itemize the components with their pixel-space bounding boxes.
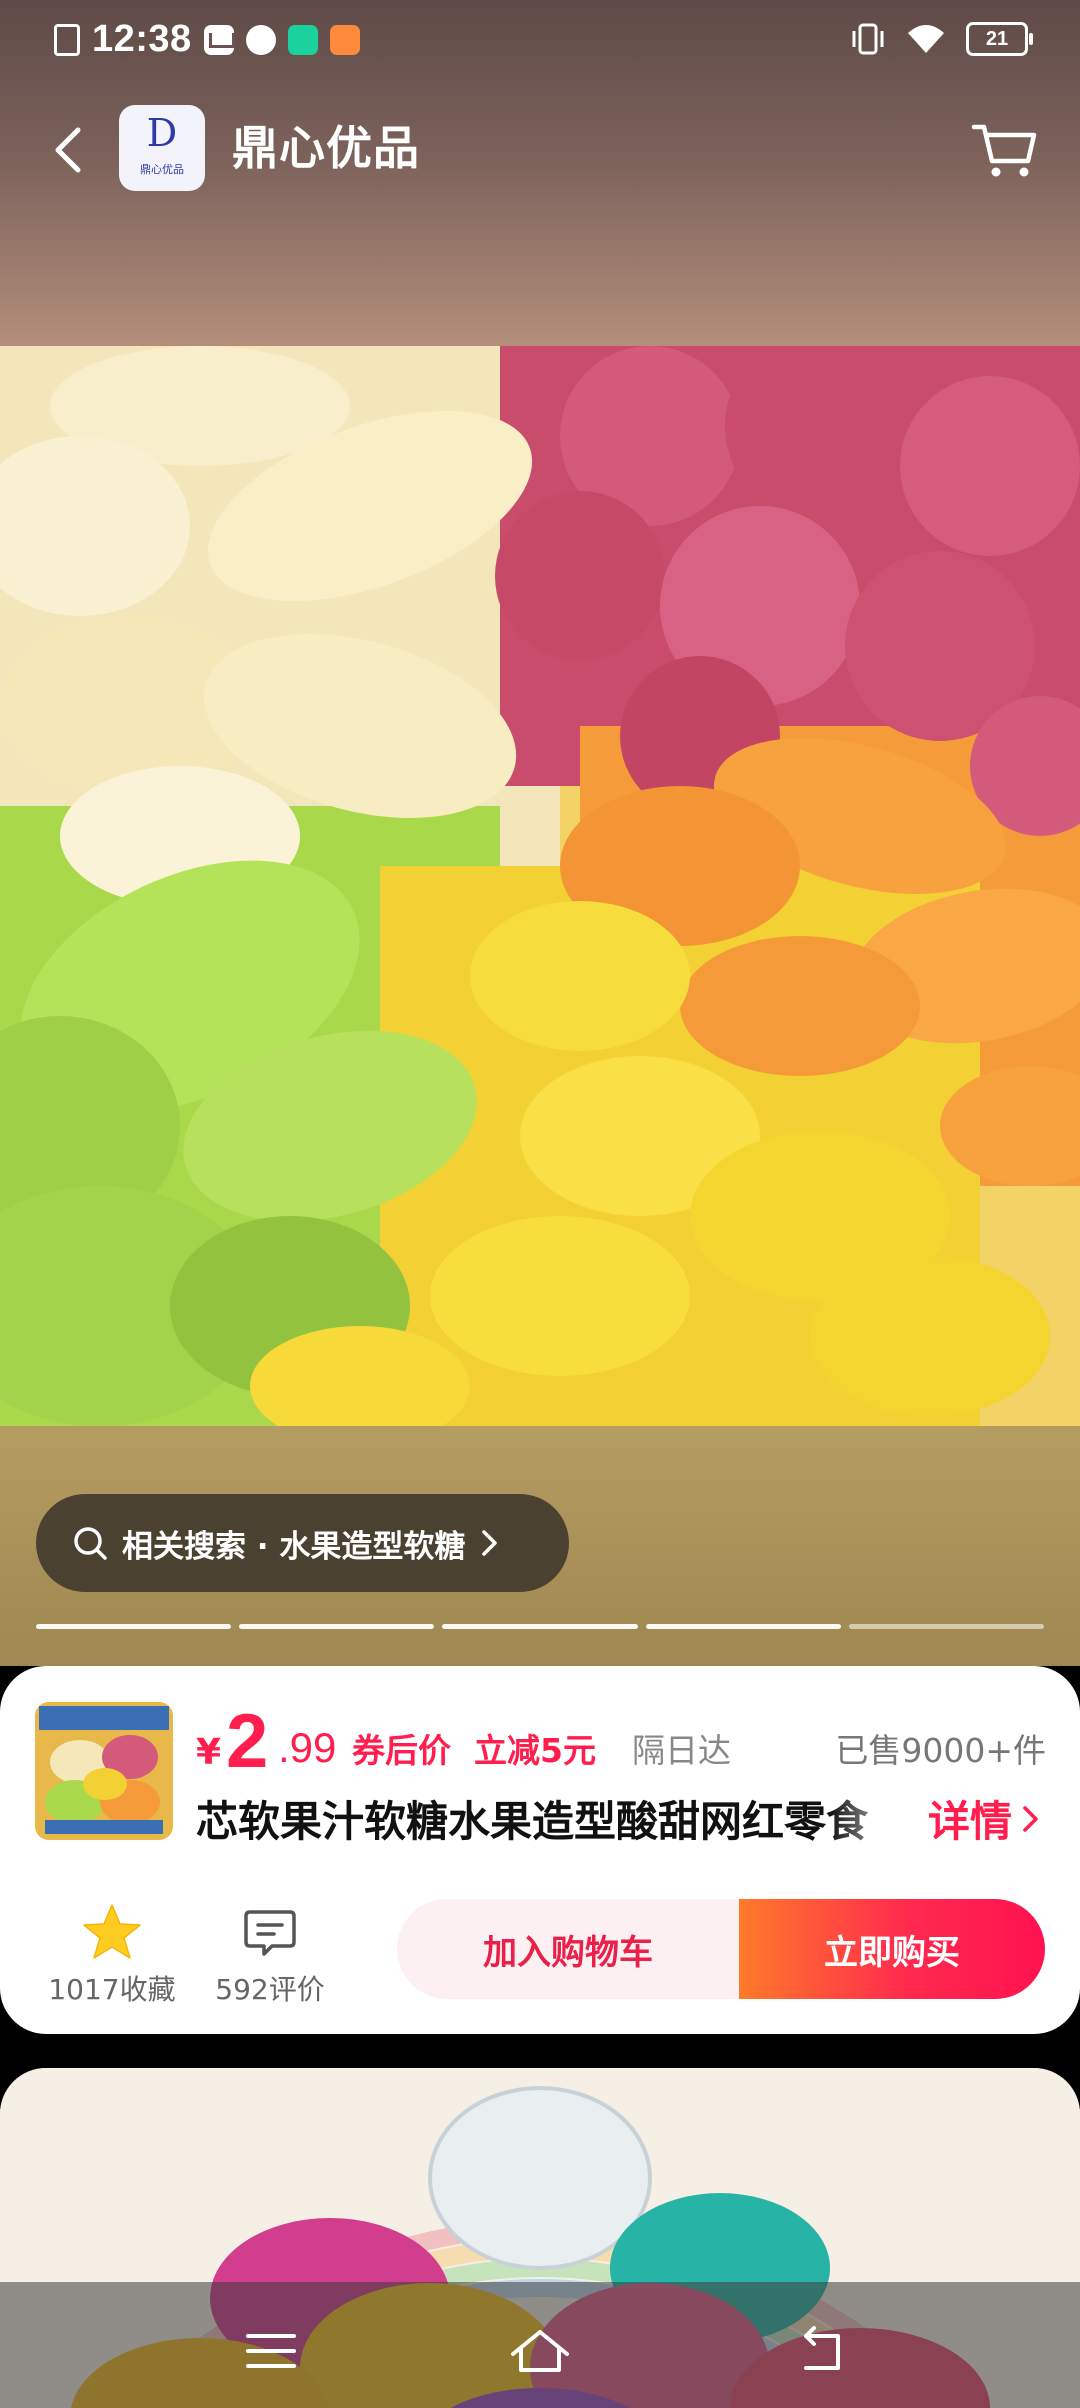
details-label: 详情 (927, 1797, 1012, 1846)
price-row: ¥ 2 .99 券后价 立减5元 隔日达 已售9000+件 (196, 1699, 1046, 1784)
details-link[interactable]: 详情 (928, 1788, 1042, 1849)
sim-card-icon (54, 23, 80, 56)
buy-now-button[interactable]: 立即购买 (739, 1899, 1045, 1999)
price-integer: 2 (226, 1699, 269, 1784)
logo-letter: D (146, 111, 178, 155)
status-bar: 12:38 21 (0, 0, 1080, 84)
comment-icon (244, 1910, 296, 1956)
product-image[interactable] (0, 346, 1080, 1426)
indicator-3[interactable] (442, 1624, 638, 1629)
candy-illustration (0, 346, 1080, 1426)
screen: 12:38 21 D 鼎心优品 鼎心优品 相关搜索 · 水果造型软糖 ¥ 2 .… (0, 0, 1080, 2408)
system-nav-bar (0, 2282, 1080, 2408)
product-card: ¥ 2 .99 券后价 立减5元 隔日达 已售9000+件 芯软果汁软糖水果造型… (0, 1666, 1080, 2034)
cart-icon[interactable] (970, 115, 1040, 185)
home-icon[interactable] (505, 2316, 575, 2386)
chevron-right-icon (1023, 1805, 1038, 1832)
app-icon (245, 24, 276, 55)
video-app-icon (329, 24, 360, 55)
mail-app-icon (203, 24, 234, 55)
header: D 鼎心优品 鼎心优品 (0, 100, 1080, 200)
image-indicators (36, 1624, 1045, 1630)
review-count: 592评价 (215, 1973, 325, 2006)
shop-logo[interactable]: D 鼎心优品 (119, 105, 205, 191)
star-icon (83, 1904, 141, 1959)
reviews-button[interactable]: 592评价 (206, 1902, 334, 2008)
product-title[interactable]: 芯软果汁软糖水果造型酸甜网红零食 (196, 1788, 916, 1848)
indicator-2[interactable] (239, 1624, 435, 1629)
indicator-5[interactable] (848, 1624, 1045, 1629)
battery-icon: 21 (966, 22, 1033, 56)
back-button[interactable] (40, 120, 100, 180)
status-right: 21 (850, 22, 1033, 56)
sold-count: 已售9000+件 (835, 1731, 1046, 1770)
back-nav-icon[interactable] (786, 2316, 856, 2386)
vibrate-icon (852, 23, 884, 55)
wifi-icon (908, 25, 944, 53)
related-search-button[interactable]: 相关搜索 · 水果造型软糖 (36, 1494, 569, 1592)
price-decimal: .99 (278, 1724, 337, 1771)
title-row[interactable]: 芯软果汁软糖水果造型酸甜网红零食 详情 (196, 1788, 1046, 1848)
logo-text: 鼎心优品 (140, 163, 184, 176)
menu-icon[interactable] (236, 2316, 306, 2386)
chevron-right-icon (482, 1530, 498, 1556)
camera-app-icon (287, 24, 318, 55)
shop-name[interactable]: 鼎心优品 (232, 112, 420, 178)
thumbnail-image (35, 1702, 173, 1840)
delivery-label: 隔日达 (632, 1731, 731, 1770)
favorite-count: 1017收藏 (48, 1973, 176, 2006)
related-search-text: 相关搜索 · 水果造型软糖 (122, 1528, 466, 1565)
favorite-button[interactable]: 1017收藏 (42, 1902, 182, 2008)
status-time: 12:38 (92, 18, 192, 60)
search-icon (74, 1527, 107, 1560)
indicator-1[interactable] (36, 1624, 232, 1629)
indicator-4[interactable] (645, 1624, 841, 1629)
discount-label: 立减5元 (474, 1731, 596, 1770)
product-thumbnail[interactable] (35, 1702, 173, 1840)
coupon-price-label: 券后价 (352, 1731, 451, 1770)
status-left: 12:38 (54, 18, 360, 61)
price-currency: ¥ (196, 1732, 222, 1773)
add-to-cart-button[interactable]: 加入购物车 (397, 1899, 739, 1999)
